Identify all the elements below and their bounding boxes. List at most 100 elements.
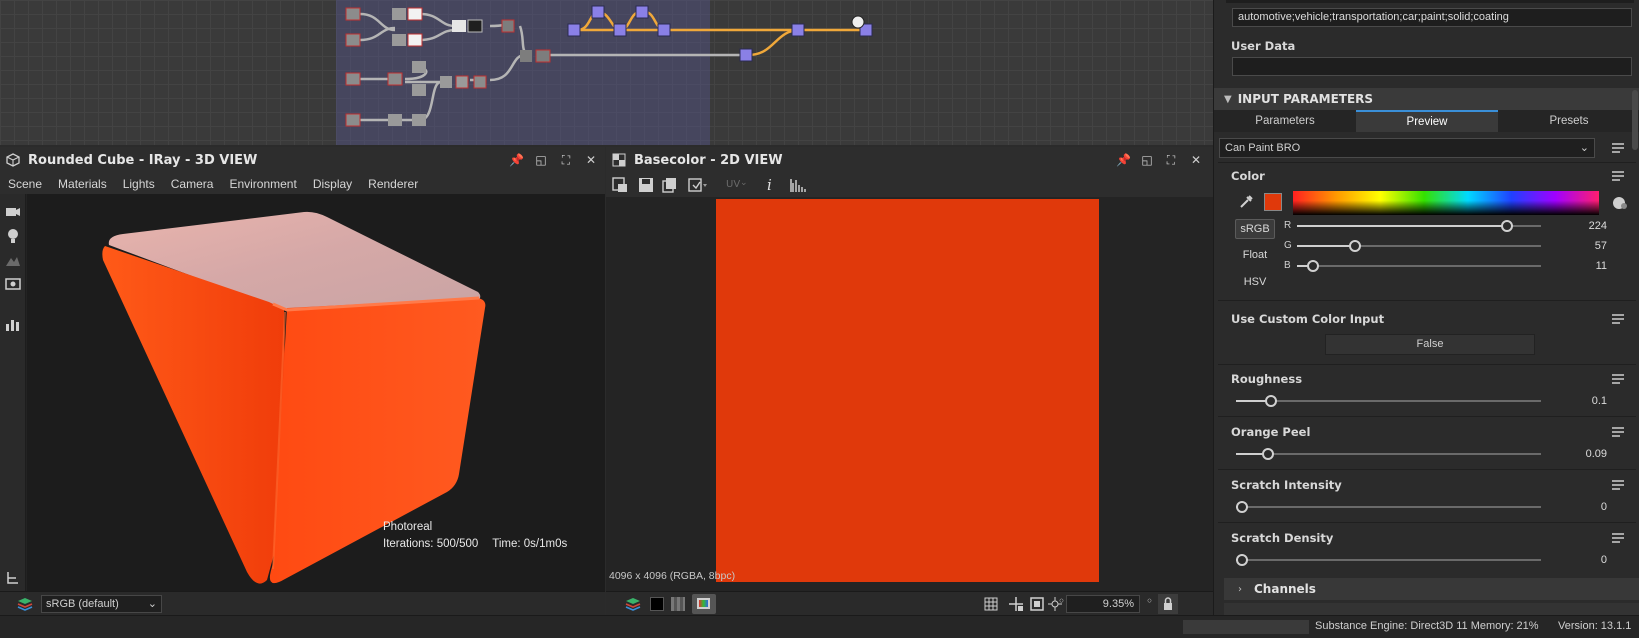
orange-peel-slider[interactable] (1236, 448, 1541, 460)
copy-icon[interactable] (662, 177, 678, 193)
menu-display[interactable]: Display (313, 177, 352, 191)
uv-toggle[interactable]: UV (726, 179, 740, 190)
layers-icon[interactable] (624, 596, 646, 612)
r-slider[interactable] (1297, 220, 1541, 232)
status-bar: Substance Engine: Direct3D 11 Memory: 21… (0, 615, 1639, 638)
lock-button[interactable] (1158, 594, 1178, 614)
view-2d-viewport[interactable]: 4096 x 4096 (RGBA, 8bpc) (606, 197, 1213, 591)
top-field-edge (1226, 0, 1634, 3)
menu-icon[interactable] (1611, 142, 1625, 154)
menu-icon[interactable] (1611, 479, 1625, 491)
fit-icon[interactable] (1030, 597, 1044, 611)
grid-icon[interactable] (984, 597, 998, 611)
b-value: 11 (1595, 260, 1607, 272)
close-icon[interactable]: ✕ (1189, 153, 1203, 167)
menu-scene[interactable]: Scene (8, 177, 42, 191)
scratch-density-label: Scratch Density (1231, 531, 1334, 545)
float-icon[interactable]: ◱ (1140, 153, 1154, 167)
channels-title: Channels (1254, 582, 1316, 596)
hsv-mode-button[interactable]: HSV (1235, 273, 1275, 293)
view-3d-menubar: Scene Materials Lights Camera Environmen… (0, 173, 605, 194)
menu-icon[interactable] (1611, 313, 1625, 325)
menu-icon[interactable] (1611, 532, 1625, 544)
roughness-slider[interactable] (1236, 395, 1541, 407)
view-3d-title: Rounded Cube - IRay - 3D VIEW (28, 152, 258, 168)
menu-icon[interactable] (1611, 426, 1625, 438)
b-label: B (1284, 260, 1291, 271)
next-section-header[interactable] (1224, 603, 1639, 615)
colorspace-select[interactable]: sRGB (default) ⌄ (41, 595, 162, 613)
parameter-tabs: Parameters Preview Presets (1214, 110, 1639, 132)
input-parameters-header[interactable]: ▼ INPUT PARAMETERS (1214, 88, 1639, 110)
export-icon[interactable] (612, 177, 628, 193)
graph-editor[interactable] (0, 0, 1213, 145)
stats-icon[interactable] (4, 316, 22, 332)
refresh-view-icon[interactable] (688, 177, 708, 193)
float-mode-button[interactable]: Float (1235, 246, 1275, 266)
menu-lights[interactable]: Lights (123, 177, 155, 191)
float-icon[interactable]: ◱ (534, 153, 548, 167)
scratch-intensity-value: 0 (1600, 501, 1607, 513)
histogram-icon[interactable] (790, 177, 806, 193)
menu-environment[interactable]: Environment (229, 177, 296, 191)
tab-parameters[interactable]: Parameters (1214, 110, 1356, 132)
scratch-intensity-label: Scratch Intensity (1231, 478, 1342, 492)
g-slider[interactable] (1297, 240, 1541, 252)
close-icon[interactable]: ✕ (584, 153, 598, 167)
hierarchy-icon[interactable] (4, 570, 22, 586)
menu-icon[interactable] (1611, 170, 1625, 182)
maximize-icon[interactable]: ⛶ (1164, 153, 1178, 167)
zoom-value: 9.35% (1102, 598, 1134, 610)
save-icon[interactable] (638, 177, 654, 193)
eyedropper-icon[interactable] (1238, 194, 1254, 210)
custom-color-toggle[interactable]: False (1325, 334, 1535, 355)
background-checker-button[interactable] (671, 597, 685, 611)
scrollbar-thumb[interactable] (1632, 90, 1638, 150)
node-graph[interactable] (0, 0, 1213, 145)
scratch-density-value: 0 (1600, 554, 1607, 566)
maximize-icon[interactable]: ⛶ (559, 153, 573, 167)
user-data-field[interactable] (1232, 57, 1632, 76)
preset-select[interactable]: Can Paint BRO ⌄ (1219, 138, 1595, 158)
background-color-button[interactable] (692, 594, 716, 614)
menu-materials[interactable]: Materials (58, 177, 107, 191)
roughness-label: Roughness (1231, 372, 1303, 386)
light-icon[interactable] (4, 228, 22, 244)
scratch-density-slider[interactable] (1236, 554, 1541, 566)
b-slider[interactable] (1297, 260, 1541, 272)
layers-icon[interactable] (16, 596, 38, 612)
zoom-in-icon[interactable]: ◦ (1146, 594, 1153, 608)
info-icon[interactable]: i (767, 176, 772, 194)
view-3d-bottombar: sRGB (default) ⌄ (0, 591, 605, 615)
view-2d-panel: Basecolor - 2D VIEW 📌 ◱ ⛶ ✕ UV ⌄ i 4096 … (606, 147, 1213, 615)
zoom-input[interactable]: 9.35% (1066, 595, 1140, 613)
properties-panel: automotive;vehicle;transportation;car;pa… (1213, 0, 1639, 615)
tab-preview[interactable]: Preview (1356, 110, 1498, 132)
roughness-value: 0.1 (1591, 395, 1607, 407)
iterations: Iterations: 500/500 (383, 538, 479, 550)
r-value: 224 (1588, 220, 1607, 232)
menu-renderer[interactable]: Renderer (368, 177, 418, 191)
pin-icon[interactable]: 📌 (509, 153, 524, 167)
zoom-out-icon[interactable]: ◦ (1058, 594, 1065, 608)
color-spectrum[interactable] (1293, 191, 1599, 215)
camera-icon[interactable] (4, 204, 22, 220)
channels-header[interactable]: › Channels (1224, 578, 1639, 600)
menu-camera[interactable]: Camera (171, 177, 214, 191)
srgb-mode-button[interactable]: sRGB (1235, 219, 1275, 239)
pin-icon[interactable]: 📌 (1116, 153, 1131, 167)
tags-value: automotive;vehicle;transportation;car;pa… (1238, 11, 1509, 23)
orange-peel-value: 0.09 (1585, 448, 1607, 460)
tab-presets[interactable]: Presets (1498, 110, 1639, 132)
environment-icon[interactable] (4, 252, 22, 268)
scratch-intensity-slider[interactable] (1236, 501, 1541, 513)
color-swatch[interactable] (1264, 193, 1282, 211)
r-label: R (1284, 220, 1292, 231)
display-icon[interactable] (4, 276, 22, 292)
version-label: Version: 13.1.1 (1558, 620, 1632, 632)
color-palette-icon[interactable] (1611, 194, 1629, 212)
pixel-picker-icon[interactable] (1008, 596, 1024, 612)
background-black-button[interactable] (650, 597, 664, 611)
menu-icon[interactable] (1611, 373, 1625, 385)
tags-field[interactable]: automotive;vehicle;transportation;car;pa… (1232, 8, 1632, 27)
